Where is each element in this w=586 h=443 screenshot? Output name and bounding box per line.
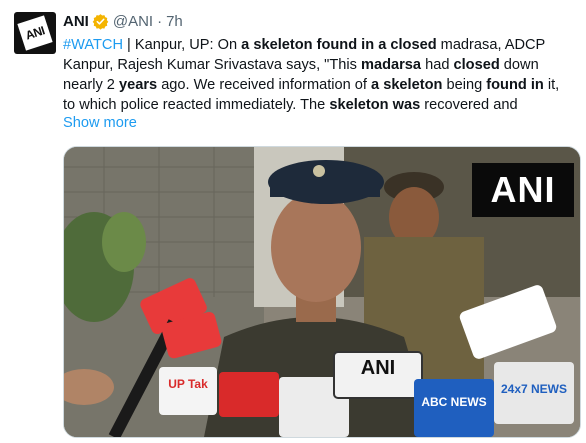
text-segment: being (442, 77, 487, 93)
tweet-header: ANI @ANI · 7h (63, 10, 576, 32)
highlight-segment: found in (486, 77, 544, 93)
text-segment: Kanpur, Rajesh Kumar Srivastava says, "T… (63, 57, 361, 73)
mic-label-24x7-news: 24x7 NEWS (500, 382, 568, 396)
tweet-line-3: nearly 2 years ago. We received informat… (63, 75, 578, 95)
text-segment: down (499, 57, 539, 73)
highlight-segment: madarsa (361, 57, 422, 73)
text-segment: it, (543, 77, 560, 93)
text-segment: ago. We received information of (157, 77, 372, 93)
verified-badge-icon (92, 13, 109, 30)
highlight-segment: years (118, 77, 158, 93)
text-segment: madrasa, ADCP (436, 37, 546, 53)
author-handle[interactable]: @ANI (113, 13, 153, 30)
tweet-line-1: #WATCH | Kanpur, UP: On a skeleton found… (63, 35, 578, 55)
text-segment: had (421, 57, 454, 73)
highlight-segment: a skeleton found in a closed (241, 37, 437, 53)
mic-label-ani: ANI (360, 357, 396, 379)
highlight-segment: closed (453, 57, 500, 73)
mic-label-uptak: UP Tak (168, 377, 208, 391)
ani-watermark-logo: ANI (472, 163, 574, 217)
avatar-logo: ANI (17, 15, 53, 51)
tweet-video[interactable]: ANI ANI UP Tak ABC NEWS 24x7 NEWS (63, 146, 581, 438)
text-segment: | Kanpur, UP: On (123, 37, 242, 53)
mic-label-abc-news: ABC NEWS (421, 395, 487, 409)
tweet-line-4: to which police reacted immediately. The… (63, 95, 578, 115)
text-segment: nearly 2 (63, 77, 119, 93)
highlight-segment: skeleton was (329, 97, 421, 113)
tweet-text: #WATCH | Kanpur, UP: On a skeleton found… (63, 35, 578, 115)
separator-dot: · (157, 12, 163, 30)
highlight-segment: a skeleton (371, 77, 443, 93)
text-segment: recovered and (420, 97, 518, 113)
show-more-link[interactable]: Show more (63, 115, 137, 131)
tweet-line-2: Kanpur, Rajesh Kumar Srivastava says, "T… (63, 55, 578, 75)
author-avatar[interactable]: ANI (14, 12, 56, 54)
author-name[interactable]: ANI (63, 13, 89, 30)
tweet-time[interactable]: 7h (166, 13, 183, 30)
hashtag-watch[interactable]: #WATCH (63, 37, 123, 53)
text-segment: to which police reacted immediately. The (63, 97, 330, 113)
